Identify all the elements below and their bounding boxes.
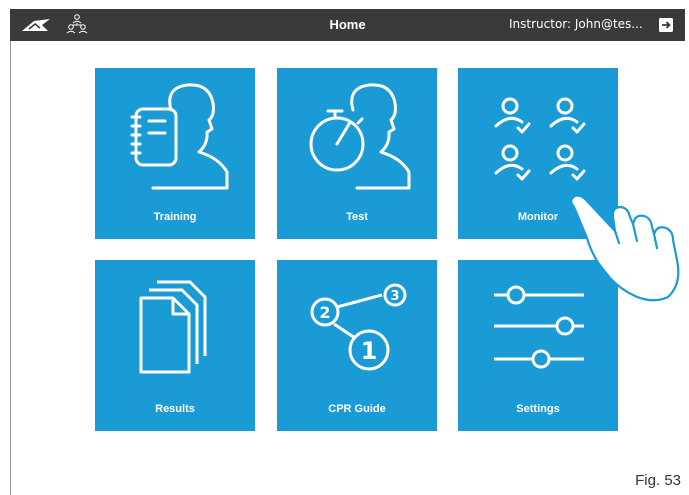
documents-icon [139, 280, 207, 374]
tile-label: Results [155, 403, 195, 415]
monitor-users-icon [494, 97, 586, 181]
figure-caption: Fig. 53 [635, 472, 681, 489]
tile-label: CPR Guide [328, 403, 386, 415]
training-icon [130, 83, 229, 190]
tile-cpr-guide[interactable]: 2 3 1 CPR Guide [277, 260, 437, 431]
tile-results[interactable]: Results [95, 260, 255, 431]
stopwatch-icon [309, 83, 411, 190]
tile-training[interactable]: Training [95, 68, 255, 239]
cpr-guide-icon: 2 3 1 [310, 283, 407, 371]
step-number: 2 [319, 303, 330, 322]
tile-label: Test [346, 211, 368, 223]
tile-test[interactable]: Test [277, 68, 437, 239]
pointing-hand-icon [570, 194, 680, 302]
instructor-account[interactable]: Instructor: John@tes... [509, 17, 651, 31]
tile-label: Training [153, 211, 197, 223]
top-bar: Home Instructor: John@tes... [10, 9, 685, 41]
step-number: 3 [390, 289, 399, 304]
step-number: 1 [361, 337, 378, 365]
logout-icon[interactable] [658, 17, 674, 33]
tile-label: Settings [516, 403, 560, 415]
